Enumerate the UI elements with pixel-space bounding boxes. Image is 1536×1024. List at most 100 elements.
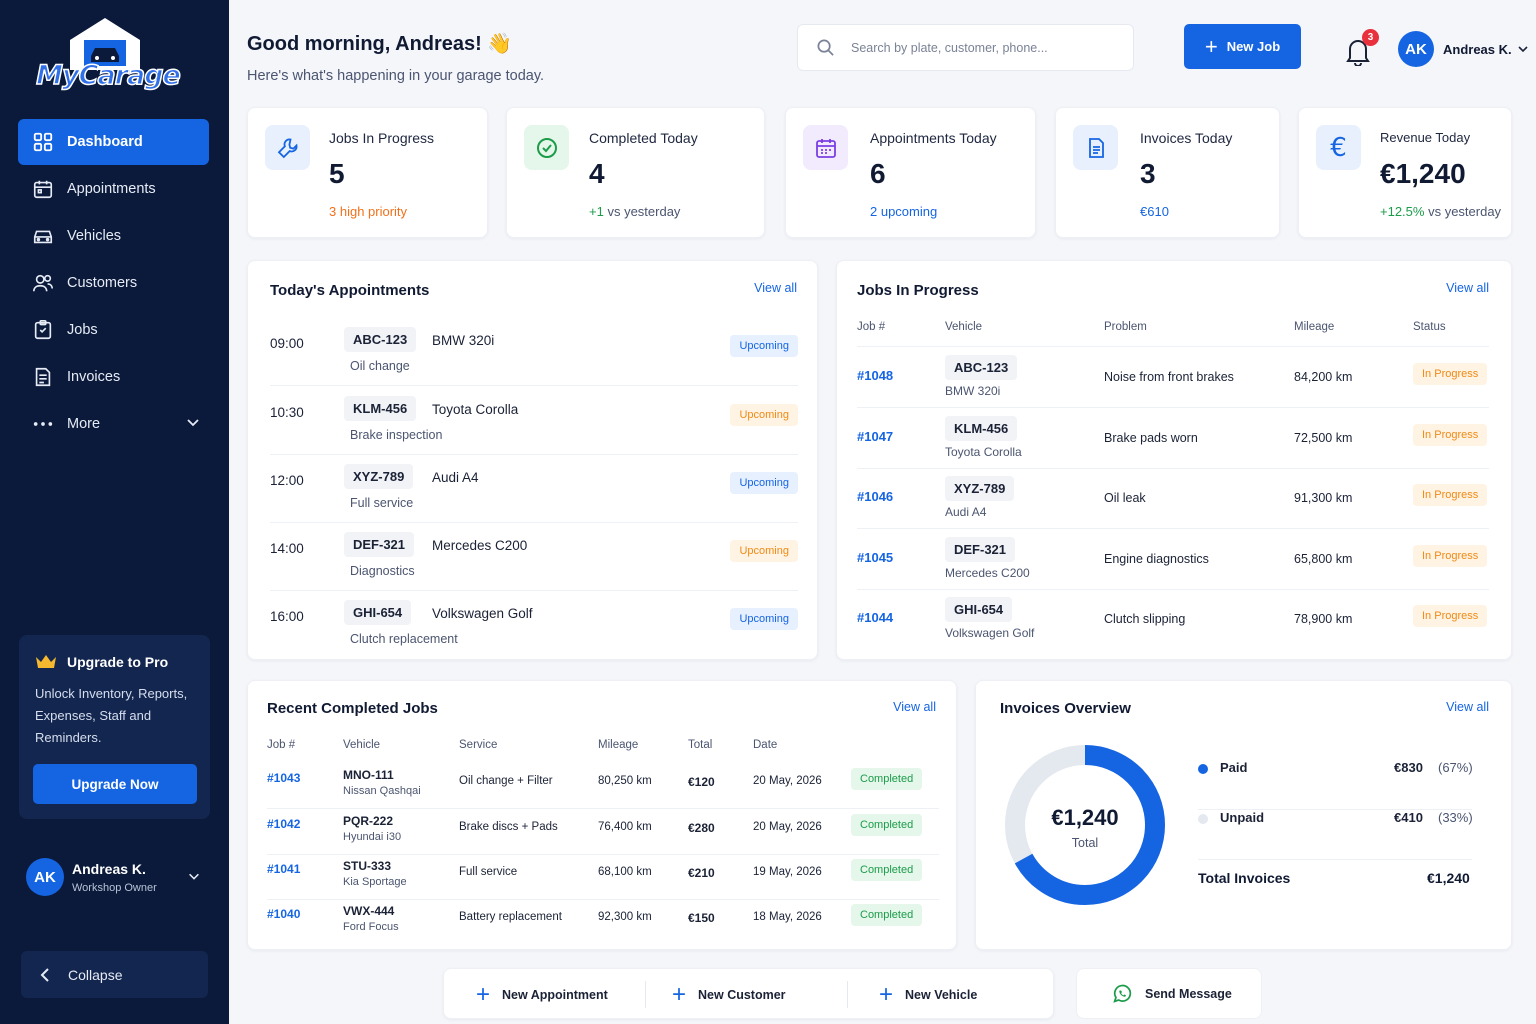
stat-value: 6 [870,158,886,189]
job-total: €280 [688,821,715,835]
status-badge: In Progress [1413,605,1488,627]
upgrade-title: Upgrade to Pro [35,653,194,671]
plus-icon: + [672,980,687,1008]
job-mileage: 78,900 km [1294,612,1353,626]
new-vehicle-button[interactable]: + New Vehicle [879,969,977,1020]
notifications-button[interactable]: 3 [1344,29,1379,67]
invoice-icon [35,367,51,387]
appointment-row[interactable]: 14:00 DEF-321 Mercedes C200 Diagnostics … [270,523,798,591]
appointment-car: BMW 320i [432,333,495,348]
stat-label: Appointments Today [870,130,997,146]
appointment-row[interactable]: 12:00 XYZ-789 Audi A4 Full service Upcom… [270,455,798,523]
status-badge: Completed [851,814,923,836]
status-badge: In Progress [1413,424,1488,446]
stat-sub-text: vs yesterday [1428,204,1502,219]
appointment-row[interactable]: 09:00 ABC-123 BMW 320i Oil change Upcomi… [270,318,798,386]
job-id-link[interactable]: #1046 [857,489,893,504]
view-all-link[interactable]: View all [893,700,936,714]
appointment-row[interactable]: 10:30 KLM-456 Toyota Corolla Brake inspe… [270,387,798,455]
table-row[interactable]: #1045 DEF-321 Mercedes C200 Engine diagn… [857,529,1489,590]
view-all-link[interactable]: View all [1446,700,1489,714]
job-id-link[interactable]: #1045 [857,550,893,565]
user-name: Andreas K. [72,860,146,877]
collapse-button[interactable]: Collapse [21,951,208,998]
appointment-service: Brake inspection [350,428,443,442]
job-problem: Clutch slipping [1104,612,1186,626]
vehicle-model: Volkswagen Golf [945,626,1035,640]
appointment-row[interactable]: 16:00 GHI-654 Volkswagen Golf Clutch rep… [270,591,798,659]
divider [645,981,646,1008]
job-id-link[interactable]: #1048 [857,368,893,383]
greeting-subtitle: Here's what's happening in your garage t… [247,68,545,84]
job-problem: Brake pads worn [1104,431,1198,445]
stat-delta: +1 [589,204,604,219]
job-id-link[interactable]: #1041 [267,862,300,876]
status-badge: Upcoming [730,472,798,494]
stat-delta: +12.5% [1380,204,1425,219]
invoices-donut-chart: €1,240 Total [1005,745,1165,905]
column-header: Vehicle [343,739,381,751]
send-message-label: Send Message [1145,986,1232,1001]
plate: VWX-444 [343,904,395,918]
plus-icon: + [1204,33,1218,59]
search-input[interactable] [851,40,1111,55]
chevron-down-icon [189,873,199,880]
brand-logo[interactable]: MyCarage [35,12,182,98]
stat-label: Jobs In Progress [329,130,435,146]
user-menu[interactable]: AK Andreas K. [1398,31,1529,67]
sidebar-item-customers[interactable]: Customers [18,260,209,306]
sidebar-item-label: Dashboard [67,134,143,150]
new-job-button[interactable]: + New Job [1184,24,1301,69]
column-header: Mileage [598,739,639,751]
column-header: Job # [267,739,296,751]
table-row[interactable]: #1047 KLM-456 Toyota Corolla Brake pads … [857,408,1489,469]
upgrade-now-button[interactable]: Upgrade Now [33,764,197,804]
table-row[interactable]: #1043 MNO-111 Nissan Qashqai Oil change … [267,763,939,809]
sidebar-item-appointments[interactable]: Appointments [18,166,209,212]
new-customer-button[interactable]: + New Customer [672,969,786,1020]
stat-card-invoices-today[interactable]: Invoices Today 3 €610 [1055,107,1280,238]
table-row[interactable]: #1041 STU-333 Kia Sportage Full service … [267,854,939,900]
job-id-link[interactable]: #1043 [267,771,300,785]
stat-card-appointments-today[interactable]: Appointments Today 6 2 upcoming [785,107,1036,238]
job-id-link[interactable]: #1044 [857,610,893,625]
sidebar-item-label: Customers [67,275,138,291]
status-badge: Upcoming [730,404,798,426]
appointment-time: 12:00 [270,473,304,488]
job-mileage: 91,300 km [1294,491,1353,505]
search-bar[interactable] [797,24,1134,71]
plate: ABC-123 [945,355,1018,380]
view-all-link[interactable]: View all [1446,281,1489,295]
table-row[interactable]: #1048 ABC-123 BMW 320i Noise from front … [857,347,1489,408]
plate: GHI-654 [344,600,412,625]
plate: STU-333 [343,859,392,873]
stat-card-revenue-today[interactable]: € Revenue Today €1,240 +12.5% vs yesterd… [1298,107,1512,238]
table-row[interactable]: #1044 GHI-654 Volkswagen Golf Clutch sli… [857,589,1489,650]
recent-completed-panel: Recent Completed Jobs View all Job # Veh… [247,680,957,950]
stat-card-jobs-in-progress[interactable]: Jobs In Progress 5 3 high priority [247,107,488,238]
stat-card-completed-today[interactable]: Completed Today 4 +1 vs yesterday [506,107,765,238]
euro-icon: € [1316,125,1361,170]
table-row[interactable]: #1040 VWX-444 Ford Focus Battery replace… [267,899,939,945]
table-row[interactable]: #1042 PQR-222 Hyundai i30 Brake discs + … [267,809,939,855]
column-header: Status [1413,321,1446,333]
sidebar-item-vehicles[interactable]: Vehicles [18,213,209,259]
sidebar-item-jobs[interactable]: Jobs [18,307,209,353]
sidebar-user-menu[interactable]: AK Andreas K. Workshop Owner [26,855,211,899]
new-appointment-button[interactable]: + New Appointment [476,969,608,1020]
view-all-link[interactable]: View all [754,281,797,295]
appointment-service: Clutch replacement [350,632,458,646]
table-row[interactable]: #1046 XYZ-789 Audi A4 Oil leak 91,300 km… [857,468,1489,529]
job-id-link[interactable]: #1047 [857,429,893,444]
send-message-button[interactable]: Send Message [1076,968,1262,1019]
job-id-link[interactable]: #1042 [267,817,300,831]
job-id-link[interactable]: #1040 [267,907,300,921]
appointments-panel: Today's Appointments View all 09:00 ABC-… [247,260,818,660]
donut-total-label: Total [1072,836,1098,850]
wrench-icon [265,125,310,170]
quick-actions-bar: + New Appointment + New Customer + New V… [443,968,1054,1019]
sidebar-item-dashboard[interactable]: Dashboard [18,119,209,165]
appointment-time: 09:00 [270,336,304,351]
sidebar-item-more[interactable]: More [18,401,209,447]
sidebar-item-invoices[interactable]: Invoices [18,354,209,400]
